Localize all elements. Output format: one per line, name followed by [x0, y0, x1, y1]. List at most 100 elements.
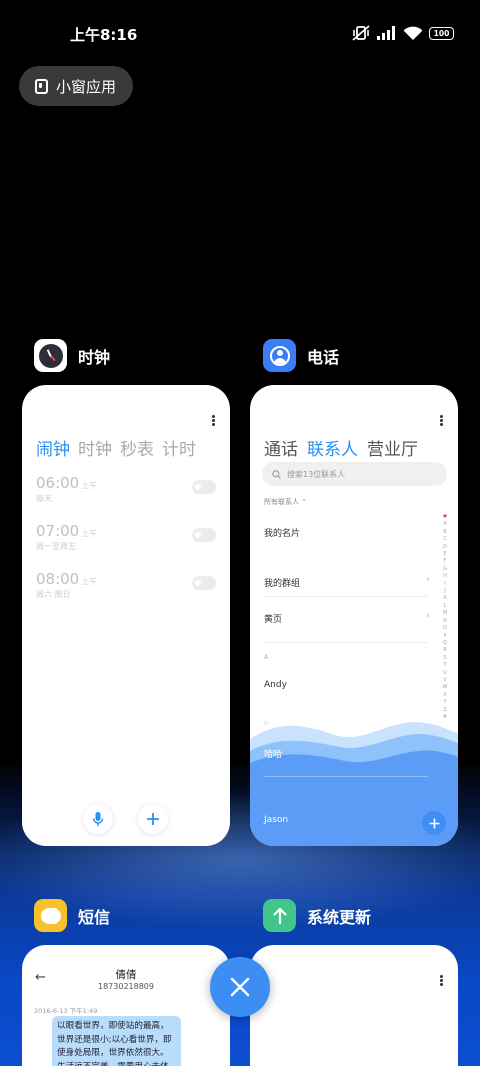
battery-icon: 100 [429, 26, 454, 40]
phone-app-card[interactable]: 通话 联系人 营业厅 搜索13位联系人 所有联系人 ⌃ 我的名片 我的群组 › … [250, 385, 458, 846]
alarm-toggle[interactable] [192, 576, 216, 590]
alphabet-letter: M [442, 610, 448, 617]
message-timestamp: 2016-6-13 下午1:49 [34, 1007, 98, 1015]
alphabet-letter: V [443, 676, 447, 683]
alarm-repeat: 周一至周五 [36, 542, 76, 551]
alphabet-index[interactable]: ♥ A B C D E F G H I J K L M N O P Q R S T U V W X Y Z # [441, 514, 449, 721]
contact-row-haha[interactable]: 哈哈 [264, 747, 282, 760]
alphabet-letter: K [443, 595, 447, 602]
wifi-icon [403, 26, 423, 40]
clock-app-icon [34, 339, 67, 372]
chevron-right-icon: › [426, 574, 430, 585]
search-placeholder: 搜索13位联系人 [287, 469, 346, 479]
plus-icon [147, 813, 159, 825]
contact-row-jason[interactable]: Jason [264, 815, 288, 825]
add-alarm-button[interactable] [138, 804, 168, 834]
tab-calls[interactable]: 通话 [264, 435, 298, 460]
tab-timer[interactable]: 计时 [162, 435, 196, 460]
alarm-ampm: 上午 [81, 529, 98, 538]
more-options-icon[interactable] [440, 415, 443, 426]
divider [264, 642, 428, 643]
alphabet-letter: B [443, 528, 447, 535]
yellow-pages-row[interactable]: 黄页 [264, 612, 282, 625]
more-options-icon[interactable] [440, 975, 443, 986]
tab-service[interactable]: 营业厅 [367, 435, 418, 460]
contacts-search-input[interactable]: 搜索13位联系人 [262, 462, 447, 486]
alarm-item[interactable]: 06:00 上午 每天 [36, 473, 216, 513]
alarm-item[interactable]: 08:00 上午 周六 周日 [36, 569, 216, 609]
alphabet-letter: G [443, 565, 447, 572]
update-app-card[interactable] [250, 945, 458, 1066]
alphabet-letter: W [442, 684, 448, 691]
favorite-heart-icon: ♥ [442, 514, 448, 520]
search-icon [272, 469, 281, 479]
alphabet-letters: A B C D E F G H I J K L M N O P Q R S T U V W X Y Z # [441, 521, 449, 721]
add-contact-button[interactable] [422, 811, 446, 835]
contact-row-andy[interactable]: Andy [264, 680, 287, 690]
tab-contacts[interactable]: 联系人 [307, 435, 358, 460]
alphabet-letter: U [443, 669, 447, 676]
alarm-ampm: 上午 [81, 577, 98, 586]
small-window-apps-button[interactable]: 小窗应用 [19, 66, 133, 106]
close-icon [230, 977, 250, 997]
tab-stopwatch[interactable]: 秒表 [120, 435, 154, 460]
clock-app-card[interactable]: 闹钟 时钟 秒表 计时 06:00 上午 每天 07:00 上午 周一至周五 08:… [22, 385, 230, 846]
alphabet-letter: I [444, 580, 446, 587]
alphabet-letter: X [443, 691, 447, 698]
alarm-time: 07:00 [36, 522, 80, 540]
section-header-h: H [264, 720, 269, 727]
groups-row[interactable]: 我的群组 [264, 576, 300, 589]
messages-app-icon [34, 899, 67, 932]
alarm-repeat: 周六 周日 [36, 590, 71, 599]
alphabet-letter: P [443, 632, 447, 639]
small-window-label: 小窗应用 [56, 77, 117, 96]
alphabet-letter: N [443, 617, 447, 624]
alphabet-letter: Q [443, 639, 447, 646]
alarm-repeat: 每天 [36, 494, 52, 503]
phone-tabs: 通话 联系人 营业厅 [264, 435, 418, 460]
small-window-icon [35, 78, 48, 94]
my-card-row[interactable]: 我的名片 [264, 526, 300, 539]
sms-app-header[interactable]: 短信 [34, 899, 110, 932]
clear-all-button[interactable] [210, 957, 270, 1017]
alphabet-letter: C [443, 536, 447, 543]
alarm-toggle[interactable] [192, 528, 216, 542]
tab-clock[interactable]: 时钟 [78, 435, 112, 460]
alphabet-letter: T [443, 662, 447, 669]
alphabet-letter: H [443, 573, 447, 580]
alarm-ampm: 上午 [81, 481, 98, 490]
vibrate-mute-icon [352, 25, 370, 41]
status-time: 上午8:16 [70, 26, 138, 44]
status-bar: 上午8:16 100 [0, 0, 480, 64]
clock-app-header[interactable]: 时钟 [34, 339, 110, 372]
alphabet-letter: L [443, 602, 447, 609]
alphabet-letter: E [443, 551, 447, 558]
update-app-header[interactable]: 系统更新 [263, 899, 371, 932]
system-update-icon [263, 899, 296, 932]
phone-app-title: 电话 [307, 347, 340, 367]
alarm-time: 08:00 [36, 570, 80, 588]
plus-icon [429, 818, 439, 828]
alphabet-letter: R [443, 647, 447, 654]
alphabet-letter: D [443, 543, 447, 550]
sms-app-title: 短信 [78, 907, 111, 927]
alphabet-letter: O [443, 625, 447, 632]
divider [264, 776, 428, 777]
message-bubble: 以眼看世界，即使站的最高，世界还是很小;以心看世界，即使身处局限，世界依然很大。… [52, 1016, 181, 1066]
tab-alarm[interactable]: 闹钟 [36, 435, 70, 460]
alarm-toggle[interactable] [192, 480, 216, 494]
chevron-right-icon: › [426, 610, 430, 621]
voice-button[interactable] [83, 804, 113, 834]
more-options-icon[interactable] [212, 415, 215, 426]
section-header-a: A [264, 654, 269, 661]
battery-level: 100 [433, 28, 450, 38]
contacts-filter[interactable]: 所有联系人 ⌃ [264, 497, 307, 507]
alarm-item[interactable]: 07:00 上午 周一至周五 [36, 521, 216, 561]
divider [264, 596, 428, 597]
contact-name: 倩倩 [115, 969, 137, 981]
alphabet-letter: J [444, 588, 446, 595]
alarm-time: 06:00 [36, 474, 80, 492]
clock-tabs: 闹钟 时钟 秒表 计时 [36, 435, 196, 460]
sms-app-card[interactable]: ← 倩倩 18730218809 2016-6-13 下午1:49 以眼看世界，… [22, 945, 230, 1066]
phone-app-header[interactable]: 电话 [263, 339, 339, 372]
